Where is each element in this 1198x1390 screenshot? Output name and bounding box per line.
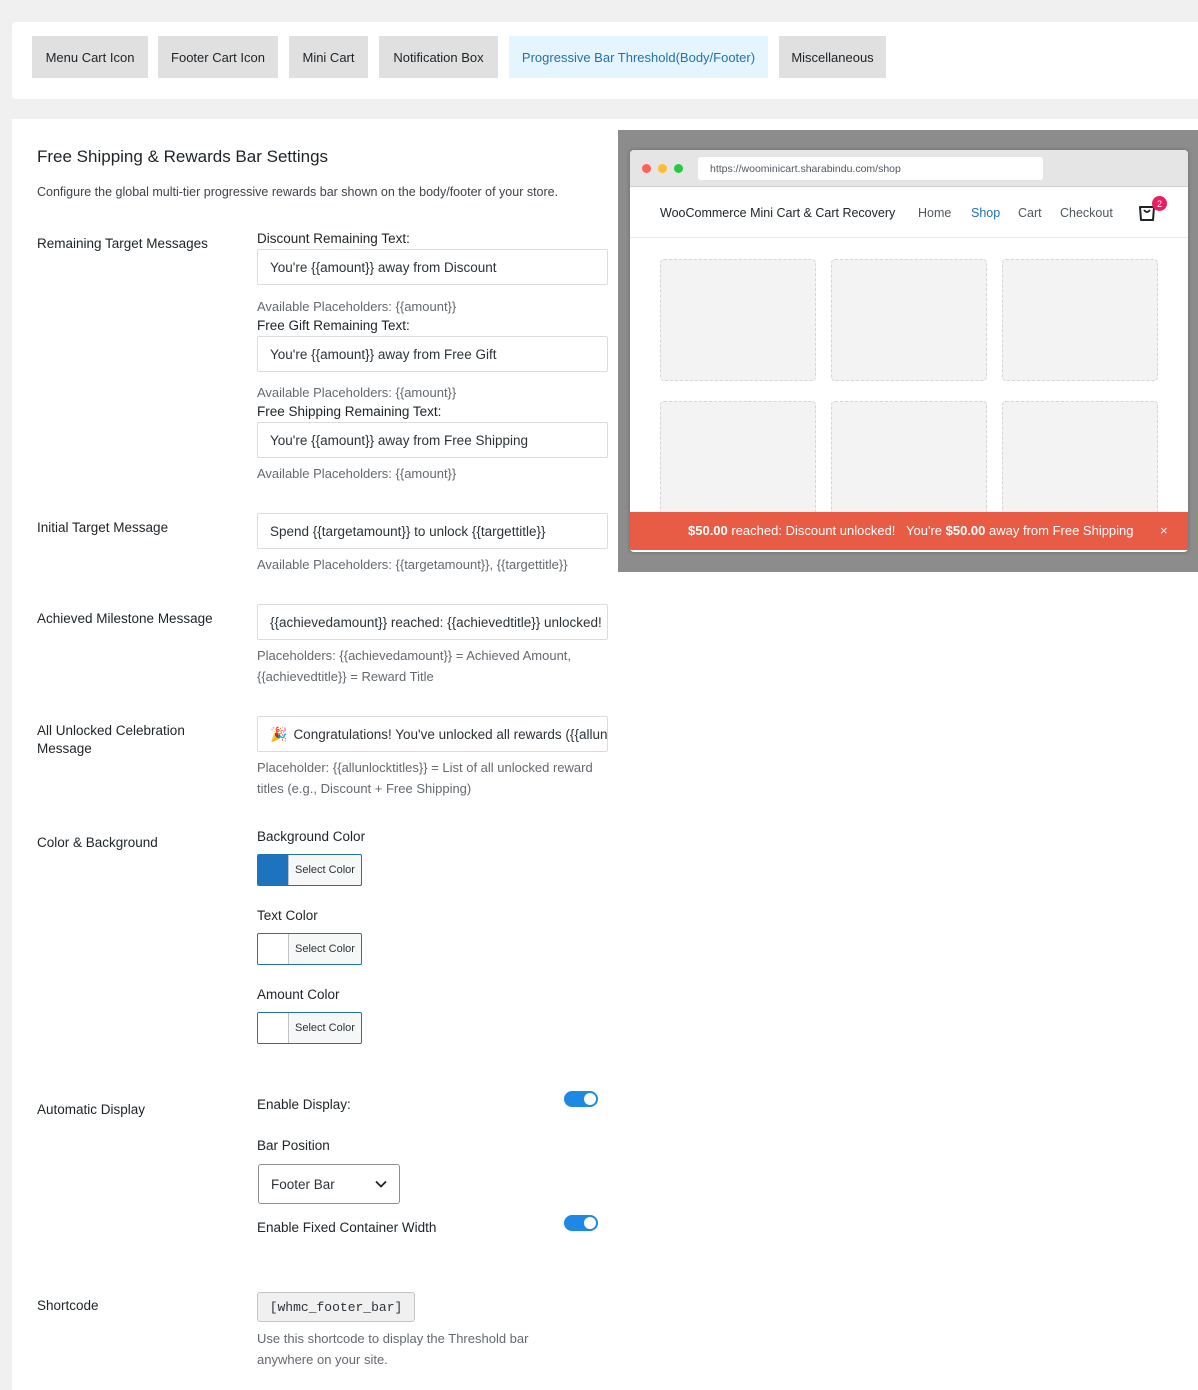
amount-color-swatch bbox=[258, 1013, 289, 1043]
select-color-text: Select Color bbox=[295, 864, 355, 876]
preview-nav-home: Home bbox=[918, 206, 952, 220]
achieved-message-help: Placeholders: {{achievedamount}} = Achie… bbox=[257, 648, 572, 684]
cart-count-badge: 2 bbox=[1152, 196, 1167, 211]
product-placeholder bbox=[660, 401, 816, 523]
preview-brand: WooCommerce Mini Cart & Cart Recovery bbox=[660, 206, 896, 220]
celebration-message-help: Placeholder: {{allunlocktitles}} = List … bbox=[257, 760, 593, 796]
remaining-messages-label: Remaining Target Messages bbox=[37, 236, 208, 251]
discount-remaining-help: Available Placeholders: {{amount}} bbox=[257, 299, 457, 314]
text-color-picker[interactable]: Select Color bbox=[257, 933, 362, 965]
shortcode-code[interactable]: [whmc_footer_bar] bbox=[257, 1292, 415, 1322]
close-dot-icon bbox=[642, 164, 651, 173]
preview-nav-checkout: Checkout bbox=[1060, 206, 1113, 220]
gift-remaining-help: Available Placeholders: {{amount}} bbox=[257, 385, 457, 400]
gift-remaining-input[interactable]: You're {{amount}} away from Free Gift bbox=[257, 336, 608, 372]
discount-remaining-input[interactable]: You're {{amount}} away from Discount bbox=[257, 249, 608, 285]
bar-position-select[interactable]: Footer Bar bbox=[258, 1164, 400, 1204]
preview-browser: https://woominicart.sharabindu.com/shop … bbox=[630, 150, 1188, 552]
celebration-message-input[interactable]: 🎉 Congratulations! You've unlocked all r… bbox=[257, 716, 608, 752]
preview-site-nav: WooCommerce Mini Cart & Cart Recovery Ho… bbox=[630, 187, 1188, 238]
shortcode-label: Shortcode bbox=[37, 1298, 99, 1313]
achieved-amount: $50.00 bbox=[688, 523, 728, 538]
background-color-picker[interactable]: Select Color bbox=[257, 854, 362, 886]
party-popper-icon: 🎉 bbox=[270, 725, 288, 742]
bar-position-value: Footer Bar bbox=[271, 1176, 335, 1192]
shipping-remaining-help: Available Placeholders: {{amount}} bbox=[257, 466, 457, 481]
enable-display-toggle[interactable] bbox=[564, 1091, 598, 1107]
threshold-bar-message: $50.00 reached: Discount unlocked! You'r… bbox=[688, 523, 1134, 538]
remaining-text: away from Free Shipping bbox=[985, 523, 1134, 538]
tab-menu-cart-icon[interactable]: Menu Cart Icon bbox=[32, 36, 148, 78]
select-color-text: Select Color bbox=[295, 943, 355, 955]
product-placeholder bbox=[1002, 401, 1158, 523]
close-icon[interactable]: × bbox=[1160, 523, 1168, 538]
preview-threshold-bar: $50.00 reached: Discount unlocked! You'r… bbox=[630, 512, 1188, 550]
page-title: Free Shipping & Rewards Bar Settings bbox=[37, 147, 329, 166]
page-description: Configure the global multi-tier progress… bbox=[37, 185, 559, 199]
discount-remaining-label: Discount Remaining Text: bbox=[257, 231, 410, 246]
achieved-message-label: Achieved Milestone Message bbox=[37, 611, 213, 626]
fixed-width-label: Enable Fixed Container Width bbox=[257, 1220, 437, 1235]
shipping-remaining-input[interactable]: You're {{amount}} away from Free Shippin… bbox=[257, 422, 608, 458]
celebration-message-label: All Unlocked Celebration Message bbox=[37, 723, 185, 756]
amount-color-label: Amount Color bbox=[257, 987, 340, 1002]
achieved-text: reached: Discount unlocked! You're bbox=[727, 523, 946, 538]
product-placeholder bbox=[1002, 259, 1158, 381]
automatic-display-label: Automatic Display bbox=[37, 1102, 146, 1117]
tab-miscellaneous[interactable]: Miscellaneous bbox=[779, 36, 886, 78]
preview-nav-cart: Cart bbox=[1018, 206, 1042, 220]
preview-url: https://woominicart.sharabindu.com/shop bbox=[698, 157, 1043, 180]
bar-position-label: Bar Position bbox=[257, 1138, 330, 1153]
product-placeholder bbox=[831, 259, 987, 381]
browser-address-bar: https://woominicart.sharabindu.com/shop bbox=[630, 150, 1188, 187]
initial-message-input[interactable]: Spend {{targetamount}} to unlock {{targe… bbox=[257, 513, 608, 549]
tab-progressive-bar-threshold[interactable]: Progressive Bar Threshold(Body/Footer) bbox=[509, 36, 768, 78]
product-placeholder bbox=[660, 259, 816, 381]
achieved-message-input[interactable]: {{achievedamount}} reached: {{achievedti… bbox=[257, 604, 608, 640]
fixed-width-toggle[interactable] bbox=[564, 1215, 598, 1231]
remaining-amount: $50.00 bbox=[945, 523, 986, 538]
color-background-label: Color & Background bbox=[37, 835, 158, 850]
background-color-label: Background Color bbox=[257, 829, 366, 844]
initial-message-help: Available Placeholders: {{targetamount}}… bbox=[257, 557, 568, 572]
minimize-dot-icon bbox=[658, 164, 667, 173]
text-color-label: Text Color bbox=[257, 908, 318, 923]
shipping-remaining-label: Free Shipping Remaining Text: bbox=[257, 404, 442, 419]
settings-tabs-panel: Menu Cart Icon Footer Cart Icon Mini Car… bbox=[12, 22, 1198, 99]
select-color-text: Select Color bbox=[295, 1022, 355, 1034]
maximize-dot-icon bbox=[674, 164, 683, 173]
tab-notification-box[interactable]: Notification Box bbox=[379, 36, 498, 78]
amount-color-picker[interactable]: Select Color bbox=[257, 1012, 362, 1044]
tab-footer-cart-icon[interactable]: Footer Cart Icon bbox=[158, 36, 278, 78]
shortcode-help: Use this shortcode to display the Thresh… bbox=[257, 1331, 529, 1367]
text-color-swatch bbox=[258, 934, 289, 964]
chevron-down-icon bbox=[375, 1180, 387, 1188]
product-placeholder bbox=[831, 401, 987, 523]
initial-message-label: Initial Target Message bbox=[37, 520, 169, 535]
gift-remaining-label: Free Gift Remaining Text: bbox=[257, 318, 410, 333]
preview-nav-shop: Shop bbox=[971, 206, 1001, 220]
tab-mini-cart[interactable]: Mini Cart bbox=[289, 36, 368, 78]
background-color-swatch bbox=[258, 855, 289, 885]
enable-display-label: Enable Display: bbox=[257, 1097, 351, 1112]
celebration-message-value: Congratulations! You've unlocked all rew… bbox=[293, 726, 608, 742]
